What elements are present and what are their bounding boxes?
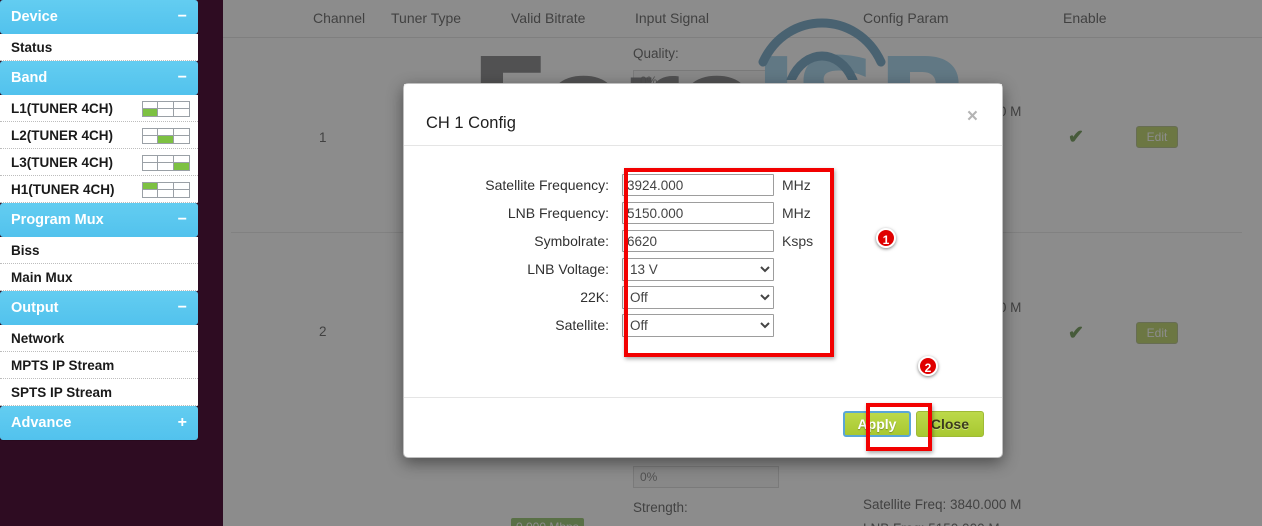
sidebar-subgroup: Biss Main Mux bbox=[0, 237, 198, 291]
sidebar-group-toggle-icon[interactable]: − bbox=[178, 61, 187, 95]
field-unit: MHz bbox=[782, 177, 811, 193]
sidebar-group-device[interactable]: Device − bbox=[0, 0, 198, 34]
close-icon[interactable]: × bbox=[961, 106, 984, 127]
sidebar-item-label: Status bbox=[11, 40, 53, 55]
field-label: Satellite: bbox=[555, 317, 609, 333]
tuner-grid-icon bbox=[142, 182, 190, 198]
tuner-grid-icon bbox=[142, 101, 190, 117]
dialog-title: CH 1 Config bbox=[426, 114, 516, 132]
sidebar-group-band[interactable]: Band − bbox=[0, 61, 198, 95]
close-button[interactable]: Close bbox=[915, 411, 984, 437]
sidebar-group-label: Band bbox=[11, 70, 48, 86]
field-unit: MHz bbox=[782, 205, 811, 221]
sidebar-item-main-mux[interactable]: Main Mux bbox=[0, 264, 198, 291]
lnb-voltage-select[interactable]: 13 V bbox=[622, 257, 774, 281]
sidebar-item-label: SPTS IP Stream bbox=[11, 385, 113, 400]
sidebar-item-label: L1(TUNER 4CH) bbox=[11, 101, 114, 116]
form-row: Satellite: Off bbox=[404, 311, 1002, 339]
field-label: Symbolrate: bbox=[534, 233, 609, 249]
annotation-badge-2: 2 bbox=[918, 356, 938, 376]
22k-select[interactable]: Off bbox=[622, 285, 774, 309]
sidebar-item-label: L2(TUNER 4CH) bbox=[11, 128, 114, 143]
sidebar-item-l2-tuner-4ch[interactable]: L2(TUNER 4CH) bbox=[0, 122, 198, 149]
sidebar-group-toggle-icon[interactable]: − bbox=[178, 291, 187, 325]
form-row: 22K: Off bbox=[404, 283, 1002, 311]
sidebar-item-h1-tuner-4ch[interactable]: H1(TUNER 4CH) bbox=[0, 176, 198, 203]
field-unit: Ksps bbox=[782, 233, 814, 249]
sidebar-group-label: Advance bbox=[11, 415, 72, 431]
sidebar-item-status[interactable]: Status bbox=[0, 34, 198, 61]
sidebar: Device − Status Band − L1(TUNER 4CH) L2(TUNER … bbox=[0, 0, 223, 526]
sidebar-group-toggle-icon[interactable]: + bbox=[178, 406, 187, 440]
sidebar-item-label: Network bbox=[11, 331, 65, 346]
sidebar-group-label: Output bbox=[11, 300, 59, 316]
form-row: LNB Frequency: MHz bbox=[404, 199, 1002, 227]
sidebar-group-advance[interactable]: Advance + bbox=[0, 406, 198, 440]
field-label: LNB Voltage: bbox=[527, 261, 609, 277]
lnb-frequency-input[interactable] bbox=[622, 202, 774, 224]
sidebar-group-toggle-icon[interactable]: − bbox=[178, 203, 187, 237]
sidebar-group-toggle-icon[interactable]: − bbox=[178, 0, 187, 34]
config-form: Satellite Frequency: MHz LNB Frequency: MHz… bbox=[404, 171, 1002, 339]
tuner-grid-icon bbox=[142, 155, 190, 171]
sidebar-subgroup: L1(TUNER 4CH) L2(TUNER 4CH) L3(TUNER 4CH) H… bbox=[0, 95, 198, 203]
sidebar-item-biss[interactable]: Biss bbox=[0, 237, 198, 264]
sidebar-item-label: H1(TUNER 4CH) bbox=[11, 182, 115, 197]
sidebar-group-program-mux[interactable]: Program Mux − bbox=[0, 203, 198, 237]
sidebar-item-label: Biss bbox=[11, 243, 40, 258]
form-row: Symbolrate: Ksps bbox=[404, 227, 1002, 255]
field-label: 22K: bbox=[580, 289, 609, 305]
field-label: Satellite Frequency: bbox=[485, 177, 609, 193]
sidebar-item-network[interactable]: Network bbox=[0, 325, 198, 352]
form-row: LNB Voltage: 13 V bbox=[404, 255, 1002, 283]
tuner-grid-icon bbox=[142, 128, 190, 144]
apply-button[interactable]: Apply bbox=[842, 411, 912, 437]
sidebar-subgroup: Network MPTS IP Stream SPTS IP Stream bbox=[0, 325, 198, 406]
sidebar-item-l1-tuner-4ch[interactable]: L1(TUNER 4CH) bbox=[0, 95, 198, 122]
sidebar-item-spts-ip-stream[interactable]: SPTS IP Stream bbox=[0, 379, 198, 406]
ch-config-dialog: CH 1 Config × Satellite Frequency:MHzLNB… bbox=[403, 83, 1003, 458]
dialog-header: CH 1 Config × bbox=[404, 84, 1002, 146]
field-label: LNB Frequency: bbox=[507, 205, 609, 221]
sidebar-group-label: Program Mux bbox=[11, 212, 104, 228]
sidebar-item-mpts-ip-stream[interactable]: MPTS IP Stream bbox=[0, 352, 198, 379]
sidebar-item-label: MPTS IP Stream bbox=[11, 358, 115, 373]
app-screen: Channel Tuner Type Valid Bitrate Input S… bbox=[0, 0, 1262, 526]
sidebar-group-label: Device bbox=[11, 9, 58, 25]
sidebar-subgroup: Status bbox=[0, 34, 198, 61]
sidebar-nav: Device − Status Band − L1(TUNER 4CH) L2(TUNER … bbox=[0, 0, 223, 440]
symbolrate-input[interactable] bbox=[622, 230, 774, 252]
dialog-footer: Apply Close bbox=[404, 397, 1002, 457]
satellite-select[interactable]: Off bbox=[622, 313, 774, 337]
sidebar-item-label: Main Mux bbox=[11, 270, 73, 285]
form-row: Satellite Frequency: MHz bbox=[404, 171, 1002, 199]
satellite-frequency-input[interactable] bbox=[622, 174, 774, 196]
dialog-body: Satellite Frequency: MHz LNB Frequency: MHz… bbox=[404, 146, 1002, 398]
sidebar-item-l3-tuner-4ch[interactable]: L3(TUNER 4CH) bbox=[0, 149, 198, 176]
sidebar-item-label: L3(TUNER 4CH) bbox=[11, 155, 114, 170]
sidebar-group-output[interactable]: Output − bbox=[0, 291, 198, 325]
annotation-badge-1: 1 bbox=[876, 228, 896, 248]
